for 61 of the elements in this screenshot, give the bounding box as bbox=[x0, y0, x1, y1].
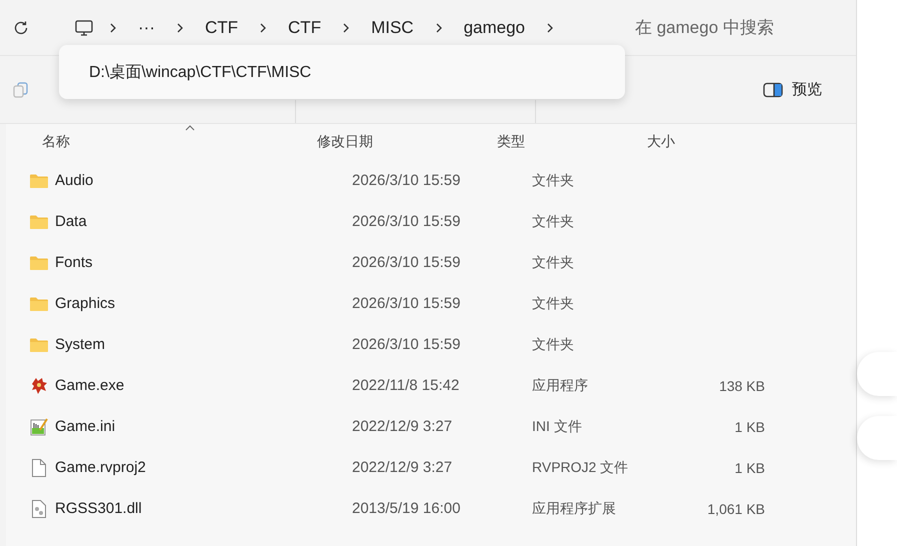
modified-date: 2022/11/8 15:42 bbox=[352, 377, 460, 394]
file-name[interactable]: Fonts bbox=[55, 254, 93, 271]
modified-date: 2026/3/10 15:59 bbox=[352, 213, 462, 230]
breadcrumb-item[interactable]: CTF bbox=[282, 18, 328, 38]
file-type: 文件夹 bbox=[532, 172, 575, 190]
chevron-right-icon[interactable] bbox=[258, 22, 268, 34]
file-name[interactable]: Graphics bbox=[55, 295, 116, 312]
file-type: 文件夹 bbox=[532, 336, 575, 354]
chevron-right-icon[interactable] bbox=[545, 22, 556, 34]
gear-file-icon bbox=[29, 498, 49, 518]
computer-icon[interactable] bbox=[74, 18, 94, 38]
folder-icon bbox=[29, 172, 49, 188]
file-type: 文件夹 bbox=[532, 294, 575, 312]
column-header[interactable]: 大小 bbox=[647, 124, 747, 160]
modified-date: 2022/12/9 3:27 bbox=[352, 459, 454, 476]
chevron-right-icon[interactable] bbox=[341, 22, 352, 34]
modified-date: 2022/12/9 3:27 bbox=[352, 418, 454, 435]
folder-icon bbox=[29, 296, 49, 312]
breadcrumb-item[interactable]: MISC bbox=[365, 18, 420, 38]
chevron-right-icon[interactable] bbox=[174, 22, 185, 34]
file-size: 1 KB bbox=[734, 460, 765, 476]
chevron-right-icon[interactable] bbox=[434, 22, 444, 34]
modified-date: 2026/3/10 15:59 bbox=[352, 254, 462, 271]
folder-icon bbox=[29, 254, 49, 270]
search-field[interactable]: 在 gamego 中搜索 bbox=[627, 14, 848, 42]
preview-button[interactable]: 预览 bbox=[759, 76, 826, 103]
modified-date: 2026/3/10 15:59 bbox=[352, 295, 462, 312]
breadcrumb-item[interactable]: gamego bbox=[458, 18, 532, 38]
modified-date: 2026/3/10 15:59 bbox=[352, 172, 462, 189]
file-size: 1,061 KB bbox=[707, 500, 765, 516]
file-size: 1 KB bbox=[734, 418, 765, 434]
file-type: 应用程序 bbox=[532, 376, 589, 394]
blank-file-icon bbox=[29, 458, 49, 478]
file-type: 文件夹 bbox=[532, 212, 575, 230]
file-type: RVPROJ2 文件 bbox=[532, 458, 630, 476]
modified-date: 2026/3/10 15:59 bbox=[352, 336, 462, 353]
address-tooltip: D:\桌面\wincap\CTF\CTF\MISC bbox=[59, 45, 625, 99]
breadcrumb-item[interactable]: CTF bbox=[198, 18, 244, 38]
chevron-right-icon[interactable] bbox=[108, 22, 118, 34]
column-header[interactable]: 类型 bbox=[497, 124, 647, 160]
more-button[interactable]: ··· bbox=[132, 18, 161, 38]
file-name[interactable]: Game.ini bbox=[55, 418, 116, 435]
file-name[interactable]: RGSS301.dll bbox=[55, 500, 142, 517]
file-type: 文件夹 bbox=[532, 254, 575, 272]
file-name[interactable]: Data bbox=[55, 213, 87, 230]
folder-icon bbox=[29, 214, 49, 230]
file-size: 138 KB bbox=[719, 378, 765, 394]
file-name[interactable]: Audio bbox=[55, 172, 94, 189]
file-name[interactable]: Game.rvproj2 bbox=[55, 459, 146, 476]
sort-caret-icon bbox=[185, 125, 195, 131]
column-header[interactable]: 名称 bbox=[42, 124, 317, 160]
modified-date: 2013/5/19 16:00 bbox=[352, 500, 462, 517]
preview-pane-icon bbox=[763, 82, 783, 98]
file-type: 应用程序扩展 bbox=[532, 500, 617, 518]
folder-icon bbox=[29, 336, 49, 352]
file-name[interactable]: Game.exe bbox=[55, 377, 124, 394]
refresh-icon[interactable] bbox=[12, 18, 30, 36]
settings-file-icon bbox=[29, 416, 49, 436]
file-type: INI 文件 bbox=[532, 418, 583, 436]
column-header[interactable]: 修改日期 bbox=[317, 124, 497, 160]
file-name[interactable]: System bbox=[55, 336, 106, 353]
